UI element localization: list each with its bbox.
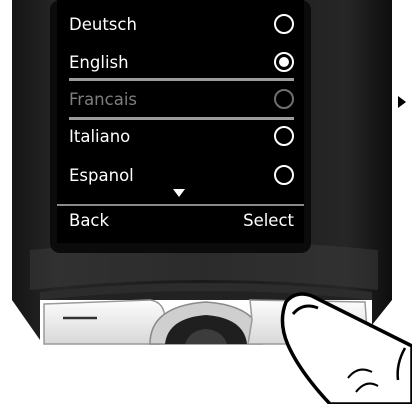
language-label: English bbox=[69, 52, 129, 72]
radio-button-selected-icon[interactable] bbox=[274, 52, 294, 72]
radio-button-disabled-icon bbox=[274, 89, 294, 109]
radio-button-icon[interactable] bbox=[274, 14, 294, 34]
divider bbox=[57, 204, 304, 206]
language-option-english[interactable]: English bbox=[57, 43, 304, 81]
softkey-bar: Back Select bbox=[57, 204, 304, 243]
language-option-italiano[interactable]: Italiano bbox=[57, 117, 304, 155]
language-option-deutsch[interactable]: Deutsch bbox=[57, 5, 304, 43]
language-option-francais: Francais bbox=[57, 80, 304, 118]
radio-button-icon[interactable] bbox=[274, 165, 294, 185]
language-label: Italiano bbox=[69, 126, 131, 146]
radio-button-icon[interactable] bbox=[274, 126, 294, 146]
back-softkey[interactable]: Back bbox=[69, 211, 109, 230]
arrow-down-icon bbox=[173, 189, 185, 197]
language-label: Deutsch bbox=[69, 14, 137, 34]
language-label: Espanol bbox=[69, 165, 134, 185]
triangle-right-icon bbox=[398, 96, 406, 108]
language-label: Francais bbox=[69, 89, 138, 109]
phone-display: Deutsch English Francais Italiano Espano… bbox=[57, 0, 304, 243]
select-softkey[interactable]: Select bbox=[243, 211, 294, 230]
